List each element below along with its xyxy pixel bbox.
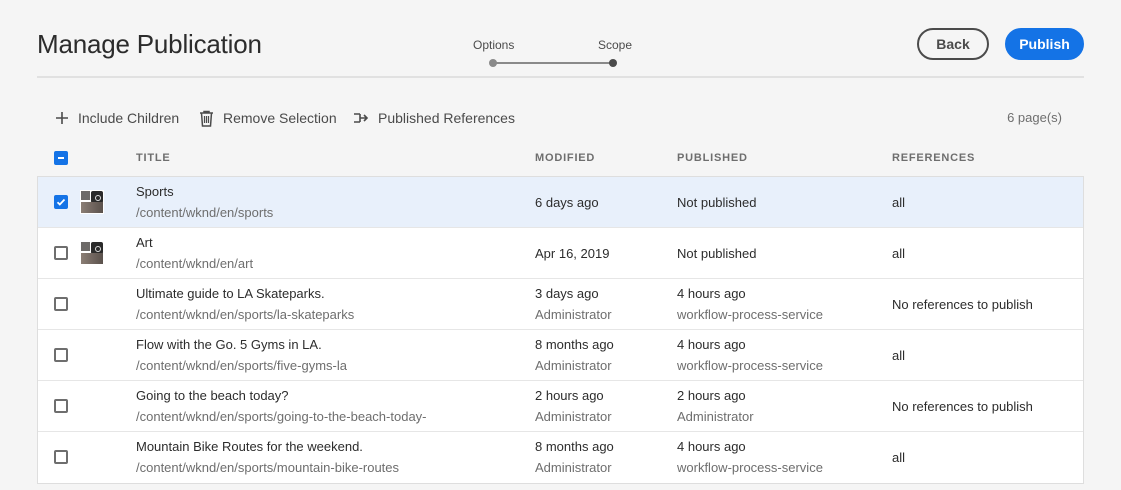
- published-text: 4 hours ago: [677, 337, 746, 352]
- page-path-text: /content/wknd/en/sports/five-gyms-la: [136, 358, 347, 373]
- page-title-text: Mountain Bike Routes for the weekend.: [136, 439, 363, 454]
- page-title-text: Going to the beach today?: [136, 388, 289, 403]
- column-header-references[interactable]: REFERENCES: [892, 152, 975, 164]
- page-thumbnail: [80, 241, 104, 265]
- modified-text: 8 months ago: [535, 337, 614, 352]
- wizard-line: [493, 62, 613, 64]
- page-path-text: /content/wknd/en/sports/going-to-the-bea…: [136, 409, 427, 424]
- checkmark-icon: [56, 198, 66, 206]
- modified-cell: 6 days ago: [535, 192, 599, 213]
- row-checkbox[interactable]: [54, 348, 68, 362]
- title-cell: Mountain Bike Routes for the weekend. /c…: [136, 436, 399, 478]
- modified-cell: 8 months ago Administrator: [535, 334, 614, 376]
- row-checkbox[interactable]: [54, 399, 68, 413]
- title-cell: Art /content/wknd/en/art: [136, 232, 253, 274]
- published-by-text: workflow-process-service: [677, 358, 823, 373]
- row-checkbox[interactable]: [54, 246, 68, 260]
- published-text: Not published: [677, 246, 757, 261]
- modified-by-text: Administrator: [535, 409, 612, 424]
- modified-by-text: Administrator: [535, 358, 612, 373]
- published-text: 2 hours ago: [677, 388, 746, 403]
- table-row[interactable]: Art /content/wknd/en/art Apr 16, 2019 No…: [38, 228, 1083, 279]
- published-cell: Not published: [677, 243, 757, 264]
- trash-icon: [200, 110, 213, 127]
- step-scope-dot: [609, 59, 617, 67]
- indeterminate-icon: [58, 157, 64, 159]
- select-all-checkbox[interactable]: [54, 151, 68, 165]
- table-row[interactable]: Going to the beach today? /content/wknd/…: [38, 381, 1083, 432]
- page-title-text: Art: [136, 235, 153, 250]
- table-row[interactable]: Sports /content/wknd/en/sports 6 days ag…: [38, 177, 1083, 228]
- published-cell: 2 hours ago Administrator: [677, 385, 754, 427]
- published-by-text: Administrator: [677, 409, 754, 424]
- header-divider: [37, 76, 1084, 78]
- step-options-dot: [489, 59, 497, 67]
- step-scope-label: Scope: [598, 38, 633, 52]
- modified-text: Apr 16, 2019: [535, 246, 610, 261]
- published-text: 4 hours ago: [677, 286, 746, 301]
- modified-text: 6 days ago: [535, 195, 599, 210]
- plus-icon: [56, 112, 68, 124]
- page-thumbnail: [80, 190, 104, 214]
- published-text: 4 hours ago: [677, 439, 746, 454]
- modified-by-text: Administrator: [535, 307, 612, 322]
- modified-text: 2 hours ago: [535, 388, 604, 403]
- published-references-button[interactable]: Published References: [353, 108, 515, 128]
- table-row[interactable]: Flow with the Go. 5 Gyms in LA. /content…: [38, 330, 1083, 381]
- published-cell: Not published: [677, 192, 757, 213]
- modified-text: 3 days ago: [535, 286, 599, 301]
- page-count: 6 page(s): [1007, 110, 1062, 125]
- step-options-label: Options: [473, 38, 515, 52]
- include-children-label: Include Children: [78, 110, 180, 126]
- page-title: Manage Publication: [37, 29, 262, 59]
- row-checkbox[interactable]: [54, 195, 68, 209]
- row-checkbox[interactable]: [54, 450, 68, 464]
- table-row[interactable]: Mountain Bike Routes for the weekend. /c…: [38, 432, 1083, 483]
- page-path-text: /content/wknd/en/sports/la-skateparks: [136, 307, 355, 322]
- include-children-button[interactable]: Include Children: [55, 108, 179, 128]
- title-cell: Going to the beach today? /content/wknd/…: [136, 385, 427, 427]
- remove-selection-button[interactable]: Remove Selection: [199, 108, 337, 128]
- pages-table: Sports /content/wknd/en/sports 6 days ag…: [37, 176, 1084, 484]
- published-cell: 4 hours ago workflow-process-service: [677, 283, 823, 325]
- column-header-published[interactable]: PUBLISHED: [677, 152, 748, 164]
- modified-cell: Apr 16, 2019: [535, 243, 609, 264]
- published-by-text: workflow-process-service: [677, 307, 823, 322]
- references-cell: all: [892, 195, 906, 210]
- title-cell: Sports /content/wknd/en/sports: [136, 181, 273, 223]
- references-cell: all: [892, 450, 906, 465]
- references-cell: all: [892, 348, 906, 363]
- published-references-label: Published References: [378, 110, 515, 126]
- references-icon: [354, 113, 369, 123]
- back-button[interactable]: Back: [917, 28, 989, 60]
- page-path-text: /content/wknd/en/art: [136, 256, 254, 271]
- page-path-text: /content/wknd/en/sports: [136, 205, 274, 220]
- published-by-text: workflow-process-service: [677, 460, 823, 475]
- page-title-text: Ultimate guide to LA Skateparks.: [136, 286, 325, 301]
- modified-cell: 3 days ago Administrator: [535, 283, 612, 325]
- title-cell: Flow with the Go. 5 Gyms in LA. /content…: [136, 334, 347, 376]
- published-cell: 4 hours ago workflow-process-service: [677, 334, 823, 376]
- page-title-text: Sports: [136, 184, 174, 199]
- table-row[interactable]: Ultimate guide to LA Skateparks. /conten…: [38, 279, 1083, 330]
- page-path-text: /content/wknd/en/sports/mountain-bike-ro…: [136, 460, 400, 475]
- page-title-text: Flow with the Go. 5 Gyms in LA.: [136, 337, 322, 352]
- manage-publication-page: Manage Publication Options Scope Back Pu…: [0, 0, 1121, 490]
- remove-selection-label: Remove Selection: [223, 110, 337, 126]
- references-cell: all: [892, 246, 906, 261]
- column-header-title[interactable]: TITLE: [136, 152, 171, 164]
- references-cell: No references to publish: [892, 399, 1033, 414]
- wizard-steps: Options Scope: [470, 38, 640, 70]
- references-cell: No references to publish: [892, 297, 1033, 312]
- published-text: Not published: [677, 195, 757, 210]
- modified-text: 8 months ago: [535, 439, 614, 454]
- publish-button[interactable]: Publish: [1005, 28, 1084, 60]
- modified-by-text: Administrator: [535, 460, 612, 475]
- modified-cell: 8 months ago Administrator: [535, 436, 614, 478]
- column-header-modified[interactable]: MODIFIED: [535, 152, 595, 164]
- published-cell: 4 hours ago workflow-process-service: [677, 436, 823, 478]
- modified-cell: 2 hours ago Administrator: [535, 385, 612, 427]
- row-checkbox[interactable]: [54, 297, 68, 311]
- title-cell: Ultimate guide to LA Skateparks. /conten…: [136, 283, 354, 325]
